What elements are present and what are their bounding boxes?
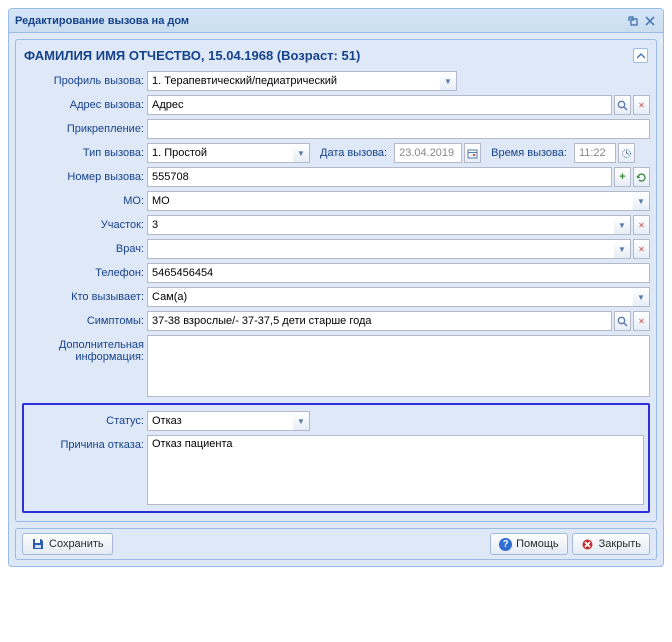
label-symptoms: Симптомы: [22,311,147,327]
help-button[interactable]: ? Помощь [490,533,568,555]
extra-textarea[interactable] [147,335,650,397]
label-attachment: Прикрепление: [22,119,147,135]
plus-icon[interactable]: + [614,167,631,187]
refusal-reason-textarea[interactable] [147,435,644,505]
call-type-combo[interactable] [147,143,293,163]
label-call-type: Тип вызова: [22,143,147,159]
clear-icon[interactable]: ✕ [633,215,650,235]
chevron-down-icon[interactable]: ▼ [633,287,650,307]
doctor-combo[interactable] [147,239,614,259]
status-combo[interactable] [147,411,293,431]
uchastok-combo[interactable] [147,215,614,235]
patient-header: ФАМИЛИЯ ИМЯ ОТЧЕСТВО, 15.04.1968 (Возрас… [22,46,650,71]
clear-icon[interactable]: ✕ [633,311,650,331]
window-maximize-icon[interactable] [625,13,640,28]
chevron-down-icon[interactable]: ▼ [614,239,631,259]
window-close-icon[interactable] [642,13,657,28]
help-icon: ? [499,538,512,551]
close-button[interactable]: Закрыть [572,533,650,555]
save-icon [31,537,45,551]
call-date-input[interactable] [394,143,462,163]
search-icon[interactable] [614,95,631,115]
attachment-input[interactable] [147,119,650,139]
save-button-label: Сохранить [49,538,104,550]
window-titlebar: Редактирование вызова на дом [9,9,663,33]
status-highlight-box: Статус: ▼ Причина отказа: [22,403,650,513]
label-doctor: Врач: [22,239,147,255]
label-call-time: Время вызова: [483,147,572,159]
chevron-down-icon[interactable]: ▼ [633,191,650,211]
label-refusal-reason: Причина отказа: [28,435,147,451]
label-uchastok: Участок: [22,215,147,231]
call-number-input[interactable] [147,167,612,187]
label-profile: Профиль вызова: [22,71,147,87]
chevron-down-icon[interactable]: ▼ [293,143,310,163]
clock-icon[interactable] [618,143,635,163]
label-mo: МО: [22,191,147,207]
search-icon[interactable] [614,311,631,331]
form-panel: ФАМИЛИЯ ИМЯ ОТЧЕСТВО, 15.04.1968 (Возрас… [15,39,657,522]
caller-combo[interactable] [147,287,633,307]
label-caller: Кто вызывает: [22,287,147,303]
close-button-label: Закрыть [599,538,641,550]
profile-combo[interactable] [147,71,440,91]
chevron-down-icon[interactable]: ▼ [440,71,457,91]
window-title: Редактирование вызова на дом [15,15,189,27]
phone-input[interactable] [147,263,650,283]
symptoms-input[interactable] [147,311,612,331]
clear-icon[interactable]: ✕ [633,95,650,115]
label-status: Статус: [28,411,147,427]
chevron-down-icon[interactable]: ▼ [293,411,310,431]
mo-combo[interactable] [147,191,633,211]
patient-header-text: ФАМИЛИЯ ИМЯ ОТЧЕСТВО, 15.04.1968 (Возрас… [24,48,360,63]
label-extra: Дополнительная информация: [22,335,147,363]
address-input[interactable] [147,95,612,115]
clear-icon[interactable]: ✕ [633,239,650,259]
label-phone: Телефон: [22,263,147,279]
calendar-icon[interactable] [464,143,481,163]
label-call-number: Номер вызова: [22,167,147,183]
home-call-edit-window: Редактирование вызова на дом ФАМИЛИЯ ИМЯ… [8,8,664,567]
chevron-down-icon[interactable]: ▼ [614,215,631,235]
label-address: Адрес вызова: [22,95,147,111]
label-call-date: Дата вызова: [312,147,392,159]
call-time-input[interactable] [574,143,616,163]
footer-toolbar: Сохранить ? Помощь Закрыть [15,528,657,560]
panel-collapse-icon[interactable] [633,48,648,63]
refresh-icon[interactable] [633,167,650,187]
save-button[interactable]: Сохранить [22,533,113,555]
help-button-label: Помощь [516,538,559,550]
close-icon [581,537,595,551]
